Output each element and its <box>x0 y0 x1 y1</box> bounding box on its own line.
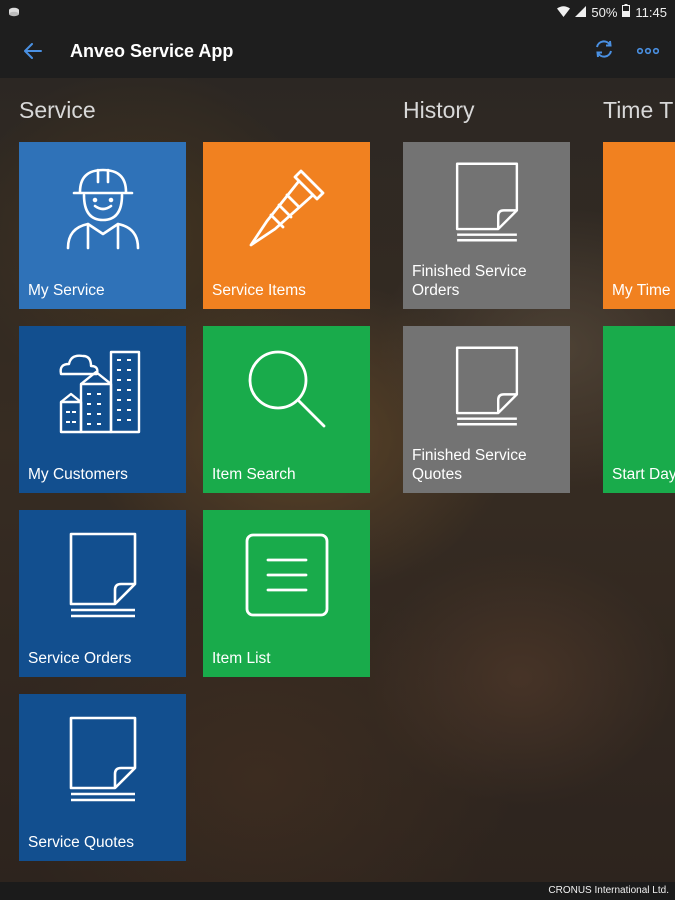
calendar-icon <box>603 142 675 272</box>
buildings-icon <box>19 326 186 456</box>
app-title: Anveo Service App <box>70 40 234 61</box>
tile-item-search[interactable]: Item Search <box>203 326 370 493</box>
tile-finished-service-quotes[interactable]: Finished Service Quotes <box>403 326 570 493</box>
tile-label: Start Day <box>612 466 675 483</box>
tile-label: Item Search <box>212 466 296 483</box>
tile-label: My Customers <box>28 466 128 483</box>
tile-start-day[interactable]: Start Day <box>603 326 675 493</box>
tile-label: Finished Service Quotes <box>412 446 564 484</box>
tile-my-service[interactable]: My Service <box>19 142 186 309</box>
app-bar: Anveo Service App <box>0 24 675 78</box>
arrow-left-icon <box>24 43 42 59</box>
section-title-service: Service <box>19 97 96 123</box>
sync-button[interactable] <box>593 38 615 65</box>
back-button[interactable] <box>22 40 44 62</box>
tile-label: Item List <box>212 650 271 667</box>
worker-icon <box>19 142 186 272</box>
tile-service-quotes[interactable]: Service Quotes <box>19 694 186 861</box>
tile-my-time[interactable]: My Time <box>603 142 675 309</box>
play-icon <box>603 326 675 456</box>
more-horizontal-icon <box>636 47 660 55</box>
document-icon <box>403 326 570 446</box>
tile-clip: My Time <box>603 142 675 309</box>
tile-finished-service-orders[interactable]: Finished Service Orders <box>403 142 570 309</box>
battery-percentage: 50% <box>591 4 618 20</box>
tile-clip: Start Day <box>603 326 675 493</box>
tile-label-line: Quotes <box>412 466 462 483</box>
sync-icon <box>596 39 612 58</box>
notification-icon <box>8 5 20 20</box>
tile-my-customers[interactable]: My Customers <box>19 326 186 493</box>
footer-company: CRONUS International Ltd. <box>0 882 675 900</box>
tile-label: My Service <box>28 282 105 299</box>
wifi-icon <box>557 5 571 20</box>
tile-service-items[interactable]: Service Items <box>203 142 370 309</box>
tile-service-orders[interactable]: Service Orders <box>19 510 186 677</box>
battery-icon <box>622 4 631 20</box>
tile-label: Finished Service Orders <box>412 262 564 300</box>
status-bar: 50% 11:45 <box>0 0 675 24</box>
section-title-time: Time T <box>603 97 674 123</box>
tile-label-line: Finished Service <box>412 263 527 280</box>
section-title-history: History <box>403 97 475 123</box>
tile-label: My Time <box>612 282 671 299</box>
document-icon <box>19 510 186 640</box>
tile-label: Service Quotes <box>28 834 134 851</box>
tile-label: Service Items <box>212 282 306 299</box>
search-icon <box>203 326 370 456</box>
document-icon <box>19 694 186 824</box>
tile-label-line: Orders <box>412 282 460 299</box>
tile-item-list[interactable]: Item List <box>203 510 370 677</box>
clock: 11:45 <box>635 4 667 20</box>
list-icon <box>203 510 370 640</box>
screw-icon <box>203 142 370 272</box>
tile-label: Service Orders <box>28 650 132 667</box>
document-icon <box>403 142 570 262</box>
more-options-button[interactable] <box>636 42 660 60</box>
signal-icon <box>575 5 587 20</box>
tile-label-line: Finished Service <box>412 447 527 464</box>
